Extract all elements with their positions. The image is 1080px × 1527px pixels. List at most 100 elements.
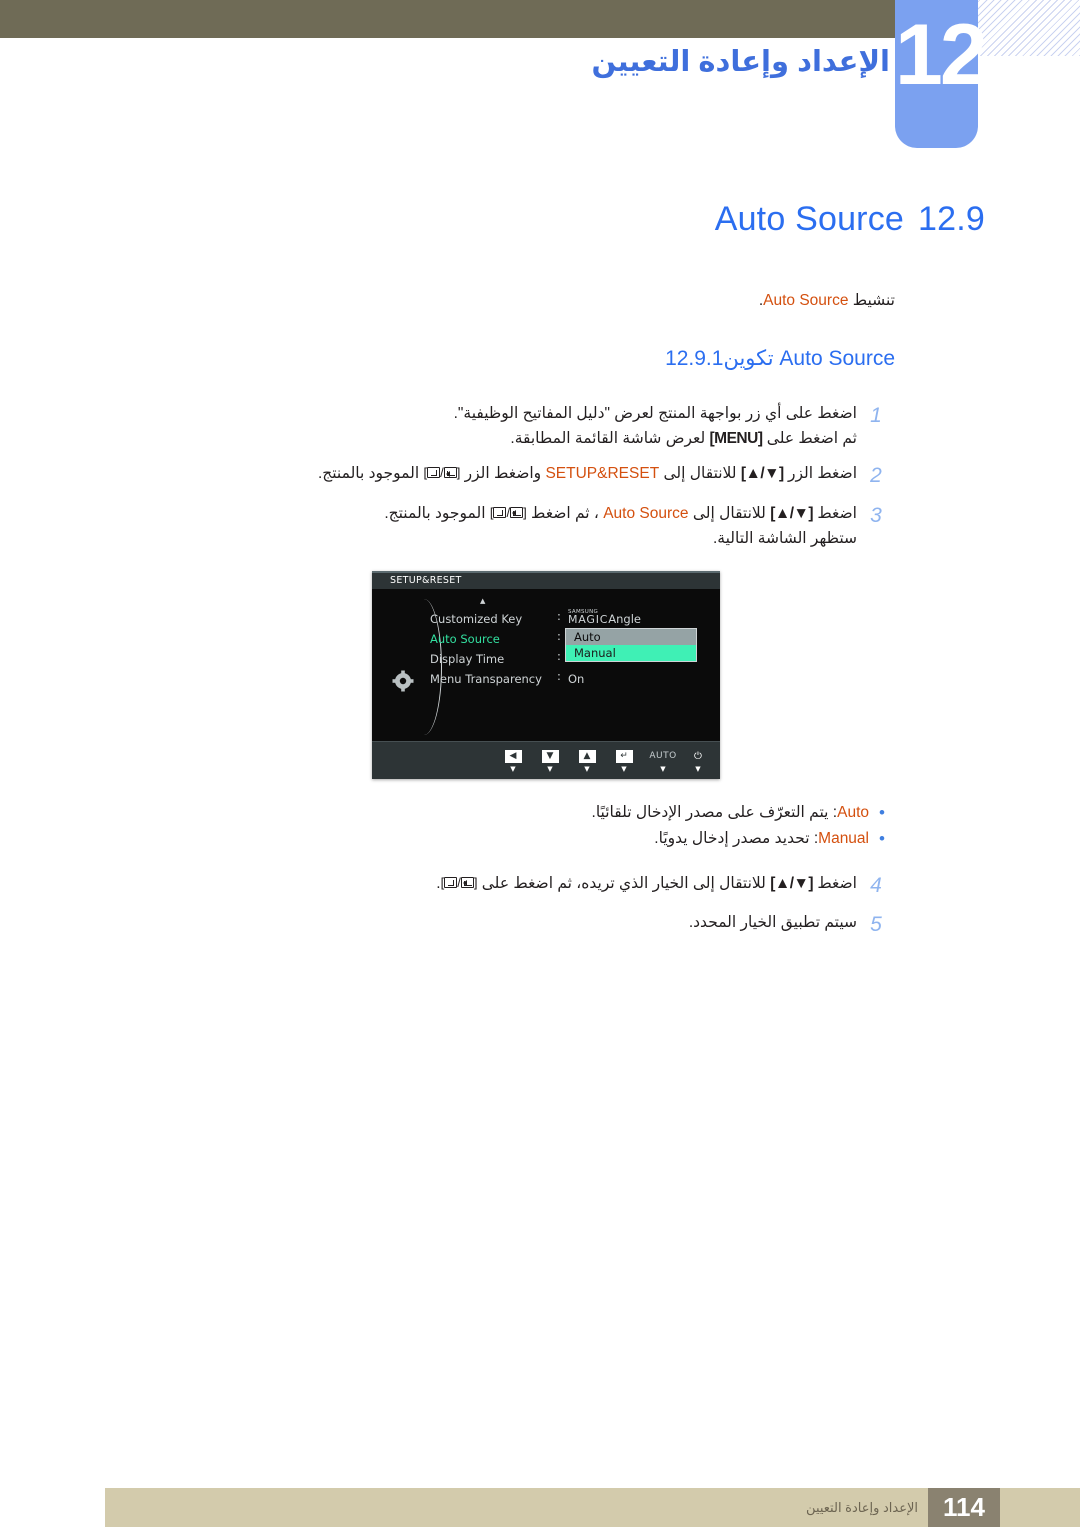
enter-icon: ↵: [615, 750, 633, 763]
bullet-dot-icon: •: [879, 829, 885, 849]
step2-c: واضغط الزر: [464, 465, 542, 483]
enter-source-button-key: [/]: [440, 874, 478, 890]
bullet-list: • Auto: يتم التعرّف على مصدر الإدخال تلق…: [105, 800, 895, 853]
osd-value-angle: Angle: [608, 612, 642, 626]
bullet-keyword-manual: Manual: [818, 830, 869, 848]
step1-line2-a: ثم اضغط على: [766, 430, 857, 448]
step4-a: اضغط: [817, 874, 857, 892]
osd-title: SETUP&RESET: [390, 575, 462, 586]
step-text: اضغط [▲/▼] للانتقال إلى Auto Source ، ثم…: [105, 501, 857, 551]
magic-wordmark: MAGIC: [568, 613, 609, 626]
chapter-title: الإعداد وإعادة التعيين: [591, 46, 890, 78]
down-arrow-icon: ▼: [541, 750, 559, 763]
osd-titlebar: SETUP&RESET: [372, 571, 720, 589]
subsection-title-arabic: تكوين: [723, 347, 774, 370]
tick-icon: ▼: [584, 765, 590, 773]
enter-icon: [460, 876, 474, 888]
step1-line2: ثم اضغط على [MENU] لعرض شاشة القائمة الم…: [105, 426, 857, 451]
tick-icon: ▼: [621, 765, 627, 773]
osd-colon: :: [557, 629, 561, 643]
source-icon: [493, 506, 507, 518]
step-number: 3: [870, 503, 882, 527]
step3-c: ، ثم اضغط: [531, 504, 599, 522]
page-number: 114: [928, 1488, 1000, 1527]
intro-keyword: Auto Source: [763, 292, 849, 309]
section-heading: Auto Source 12.9: [105, 200, 985, 239]
step-item: 1 اضغط على أي زر بواجهة المنتج لعرض "دلي…: [105, 401, 895, 451]
osd-button-left[interactable]: ◀ ▼: [500, 750, 526, 774]
osd-button-auto[interactable]: AUTO ▼: [646, 750, 680, 774]
step3-keyword: Auto Source: [603, 504, 689, 522]
bullet-text: Manual: تحديد مصدر إدخال يدويًا.: [105, 826, 869, 852]
osd-value-customized-key: SAMSUNG MAGIC Angle: [568, 609, 698, 629]
list-item: • Manual: تحديد مصدر إدخال يدويًا.: [105, 826, 895, 852]
step-text: سيتم تطبيق الخيار المحدد.: [105, 910, 857, 935]
chapter-header: 12 الإعداد وإعادة التعيين: [0, 0, 1080, 148]
enter-source-button-key: [/]: [489, 504, 527, 520]
steps-list-lower: 4 اضغط [▲/▼] للانتقال إلى الخيار الذي تر…: [105, 871, 895, 940]
step-number: 4: [870, 873, 882, 897]
page-footer: الإعداد وإعادة التعيين 114: [105, 1488, 1080, 1527]
step5-a: سيتم تطبيق الخيار المحدد.: [688, 914, 857, 932]
osd-screenshot: SETUP&RESET ▲ Customized Key Auto Source…: [372, 571, 720, 779]
osd-button-power[interactable]: ⏻ ▼: [685, 750, 711, 774]
step3-a: اضغط: [817, 504, 857, 522]
bullet-text: Auto: يتم التعرّف على مصدر الإدخال تلقائ…: [105, 800, 869, 826]
osd-button-up[interactable]: ▲ ▼: [574, 750, 600, 774]
step1-line1: اضغط على أي زر بواجهة المنتج لعرض "دليل …: [453, 405, 857, 422]
section-title-text: Auto Source: [714, 200, 905, 238]
steps-list: 1 اضغط على أي زر بواجهة المنتج لعرض "دلي…: [105, 401, 895, 551]
step3-d: الموجود بالمنتج.: [384, 504, 486, 522]
enter-icon: [443, 467, 457, 479]
power-icon: ⏻: [694, 751, 702, 762]
step2-b: للانتقال إلى: [663, 465, 737, 483]
step2-keyword: SETUP&RESET: [545, 465, 660, 483]
step2-a: اضغط الزر: [787, 465, 857, 483]
source-icon: [427, 467, 441, 479]
step2-d: الموجود بالمنتج.: [317, 465, 420, 483]
section-number: 12.9: [918, 200, 985, 238]
osd-colon: :: [557, 669, 561, 683]
step3-b: للانتقال إلى: [692, 504, 766, 522]
header-hatch-decoration: [978, 0, 1080, 56]
osd-option-auto[interactable]: Auto: [566, 629, 696, 645]
up-arrow-icon: ▲: [578, 750, 596, 763]
updown-button-key: [▲/▼]: [770, 874, 814, 892]
osd-colon: :: [557, 649, 561, 663]
osd-option-manual[interactable]: Manual: [566, 645, 696, 661]
osd-dropdown-auto-source[interactable]: Auto Manual: [565, 628, 697, 662]
step3-line2: ستظهر الشاشة التالية.: [712, 529, 857, 547]
step-number: 2: [870, 464, 882, 488]
source-icon: [444, 876, 458, 888]
step-item: 5 سيتم تطبيق الخيار المحدد.: [105, 910, 895, 939]
enter-source-button-key: [/]: [423, 465, 461, 481]
step-item: 2 اضغط الزر [▲/▼] للانتقال إلى SETUP&RES…: [105, 461, 895, 490]
bullet-dot-icon: •: [879, 803, 885, 822]
step-text: اضغط الزر [▲/▼] للانتقال إلى SETUP&RESET…: [105, 461, 857, 486]
left-arrow-icon: ◀: [504, 750, 522, 763]
step-item: 4 اضغط [▲/▼] للانتقال إلى الخيار الذي تر…: [105, 871, 895, 900]
intro-prefix: تنشيط: [852, 292, 895, 309]
osd-button-enter[interactable]: ↵ ▼: [611, 750, 637, 774]
osd-colon: :: [557, 609, 561, 623]
step-number: 1: [870, 404, 882, 427]
osd-body: ▲ Customized Key Auto Source Display Tim…: [372, 589, 720, 741]
enter-icon: [510, 506, 524, 518]
bullet-desc: : تحديد مصدر إدخال يدويًا.: [654, 830, 819, 848]
bullet-desc: : يتم التعرّف على مصدر الإدخال تلقائيًا.: [591, 804, 838, 821]
section-intro: تنشيط Auto Source.: [105, 291, 895, 310]
subsection-heading: Auto Source تكوين12.9.1: [105, 346, 895, 371]
osd-value-menu-transparency: On: [568, 672, 585, 686]
auto-label: AUTO: [649, 751, 677, 761]
menu-button-key: [MENU]: [709, 430, 763, 448]
osd-button-bar: ◀ ▼ ▼ ▼ ▲ ▼ ↵ ▼ AUTO ▼ ⏻ ▼: [372, 741, 720, 779]
subsection-number: 12.9.1: [665, 347, 724, 370]
step1-line2-b: لعرض شاشة القائمة المطابقة.: [510, 430, 706, 448]
list-item: • Auto: يتم التعرّف على مصدر الإدخال تلق…: [105, 800, 895, 826]
tick-icon: ▼: [660, 765, 666, 773]
step-text: اضغط [▲/▼] للانتقال إلى الخيار الذي تريد…: [105, 871, 857, 896]
step-number: 5: [870, 913, 882, 937]
osd-button-down[interactable]: ▼ ▼: [537, 750, 563, 774]
step-item: 3 اضغط [▲/▼] للانتقال إلى Auto Source ، …: [105, 501, 895, 551]
bullet-keyword-auto: Auto: [837, 804, 869, 821]
